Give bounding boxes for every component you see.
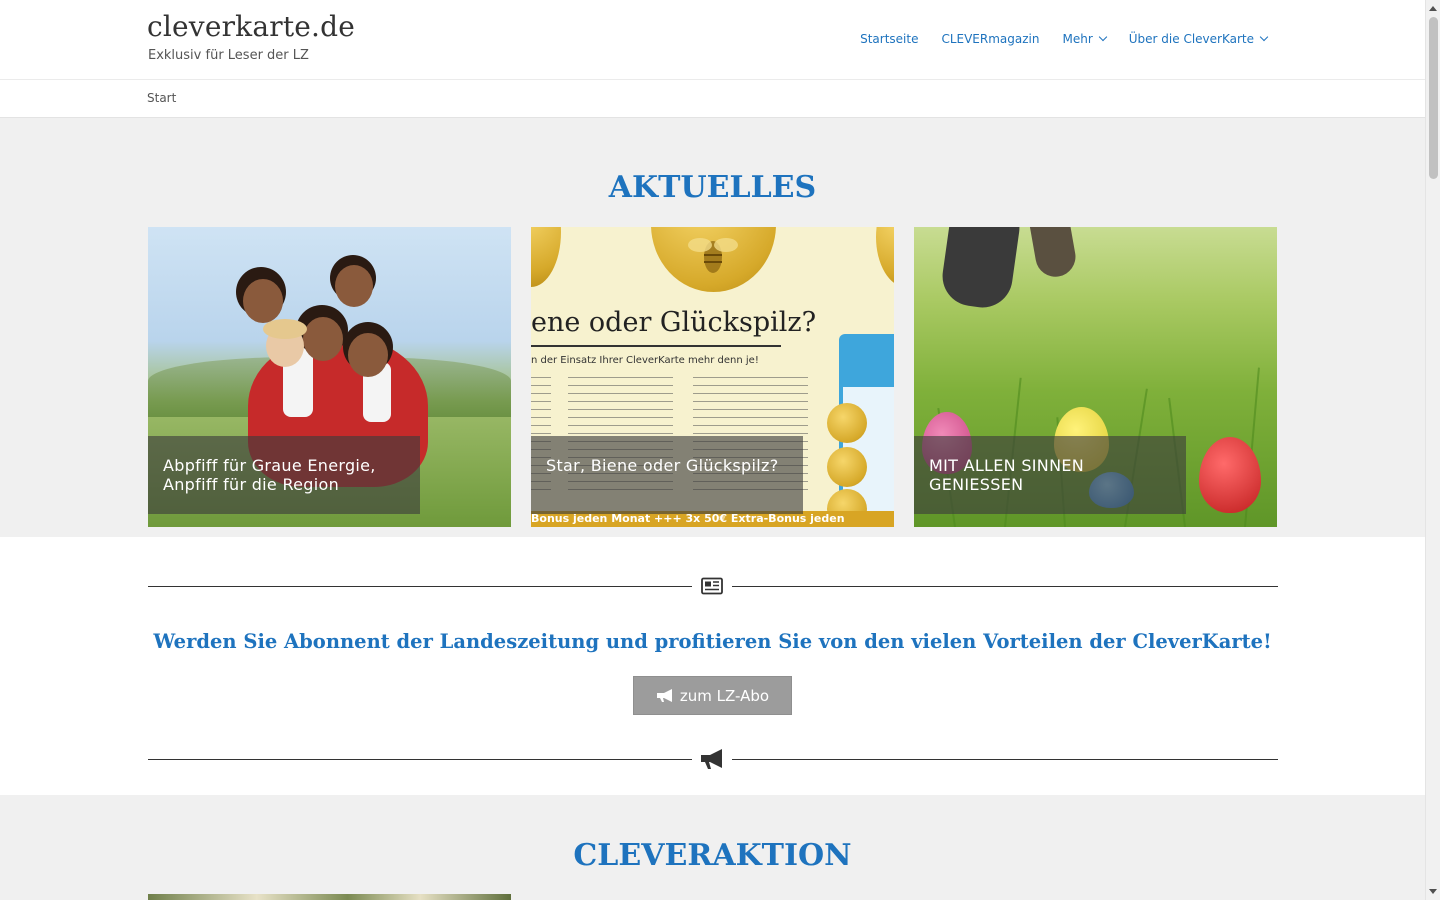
news-card-caption: Star, Biene oder Glückspilz? [531,436,803,514]
card-image-hair [263,319,307,339]
news-card-caption: Abpfiff für Graue Energie, Anpfiff für d… [148,436,420,514]
bullhorn-icon [656,689,672,702]
card-image-coin [531,227,561,287]
divider-icon-wrap [692,746,732,772]
card-image-bonus-coin [827,403,867,443]
card-image-title: ene oder Glückspilz? [531,307,817,338]
page: cleverkarte.de Exklusiv für Leser der LZ… [0,0,1425,900]
news-card-glueckspilz[interactable]: ene oder Glückspilz? n der Einsatz Ihrer… [531,227,894,527]
lz-abo-button-label: zum LZ-Abo [679,686,770,705]
main-navigation: Startseite CLEVERmagazin Mehr Über die C… [860,32,1269,46]
card-image-coin [876,227,894,287]
site-title-link[interactable]: cleverkarte.de [147,10,355,43]
card-image-subtitle: n der Einsatz Ihrer CleverKarte mehr den… [531,355,759,366]
abo-section: Werden Sie Abonnent der Landeszeitung un… [0,537,1425,795]
site-tagline: Exklusiv für Leser der LZ [148,48,309,63]
card-image-underline [531,345,781,347]
news-card-graue-energie[interactable]: Abpfiff für Graue Energie, Anpfiff für d… [148,227,511,527]
chevron-down-icon [1259,32,1269,42]
news-card-caption: MIT ALLEN SINNEN GENIESSEN [914,436,1186,514]
card-image-leg [1025,227,1079,280]
scroll-up-arrow-icon[interactable] [1429,6,1437,11]
site-header: cleverkarte.de Exklusiv für Leser der LZ… [0,0,1425,80]
news-cards: Abpfiff für Graue Energie, Anpfiff für d… [148,227,1277,527]
card-image-face [335,265,373,307]
card-image-face [243,279,283,323]
bee-icon [688,238,738,273]
card-image-leg [938,227,1024,312]
nav-item-clevermagazin[interactable]: CLEVERmagazin [941,32,1039,46]
page-scrollbar[interactable] [1425,0,1440,900]
newspaper-icon [701,577,723,595]
scroll-down-arrow-icon[interactable] [1429,889,1437,894]
nav-item-ueber-die-cleverkarte[interactable]: Über die CleverKarte [1128,32,1269,46]
nav-item-label: Mehr [1062,32,1093,46]
nav-item-mehr[interactable]: Mehr [1062,32,1108,46]
divider-icon-wrap [692,573,732,599]
nav-item-startseite[interactable]: Startseite [860,32,918,46]
nav-item-label: CLEVERmagazin [941,32,1040,46]
cleveraktion-teaser-image[interactable] [148,894,511,900]
nav-item-label: Startseite [860,32,919,46]
aktuelles-heading: AKTUELLES [608,170,817,205]
cleveraktion-section: CLEVERAKTION [0,795,1425,900]
abo-promo-text: Werden Sie Abonnent der Landeszeitung un… [153,630,1272,653]
scrollbar-thumb[interactable] [1429,17,1438,179]
breadcrumb-bar: Start [0,80,1425,118]
card-image-face [303,317,343,361]
nav-item-label: Über die CleverKarte [1128,32,1254,46]
news-card-mit-allen-sinnen[interactable]: MIT ALLEN SINNEN GENIESSEN [914,227,1277,527]
lz-abo-button[interactable]: zum LZ-Abo [633,676,792,715]
aktuelles-section: AKTUELLES Abpfiff für Graue Energie, Anp… [0,118,1425,537]
megaphone-icon [701,749,722,769]
breadcrumb: Start [147,91,177,105]
card-image-bonus-coin [827,447,867,487]
card-image-face [348,333,388,377]
cleveraktion-heading: CLEVERAKTION [573,838,852,873]
chevron-down-icon [1098,32,1108,42]
